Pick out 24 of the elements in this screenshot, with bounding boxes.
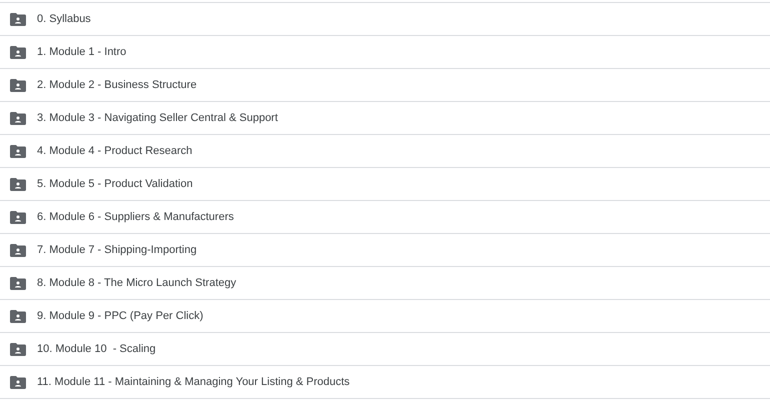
folder-name[interactable]: 0. Syllabus: [37, 13, 91, 25]
folder-name[interactable]: 9. Module 9 - PPC (Pay Per Click): [37, 310, 204, 322]
folder-name[interactable]: 6. Module 6 - Suppliers & Manufacturers: [37, 211, 234, 223]
folder-name[interactable]: 3. Module 3 - Navigating Seller Central & Support: [37, 112, 278, 124]
shared-folder-icon: [10, 112, 26, 124]
shared-folder-icon: [10, 376, 26, 388]
folder-name[interactable]: 5. Module 5 - Product Validation: [37, 178, 193, 190]
shared-folder-icon: [10, 178, 26, 190]
shared-folder-icon: [10, 244, 26, 256]
folder-name[interactable]: 8. Module 8 - The Micro Launch Strategy: [37, 277, 236, 289]
folder-name[interactable]: 11. Module 11 - Maintaining & Managing Your Listing & Products: [37, 376, 350, 388]
shared-folder-icon: [10, 144, 26, 158]
folder-name[interactable]: 4. Module 4 - Product Research: [37, 145, 192, 157]
folder-name[interactable]: 10. Module 10 - Scaling: [37, 343, 156, 355]
shared-folder-icon: [10, 12, 26, 26]
shared-folder-icon: [10, 78, 26, 92]
shared-folder-icon: [10, 276, 26, 290]
shared-folder-icon: [10, 310, 26, 322]
shared-folder-icon: [10, 46, 26, 58]
shared-folder-icon: [10, 342, 26, 356]
folder-name[interactable]: 2. Module 2 - Business Structure: [37, 79, 197, 91]
shared-folder-icon: [10, 210, 26, 224]
folder-name[interactable]: 1. Module 1 - Intro: [37, 46, 126, 58]
folder-name[interactable]: 7. Module 7 - Shipping-Importing: [37, 244, 197, 256]
